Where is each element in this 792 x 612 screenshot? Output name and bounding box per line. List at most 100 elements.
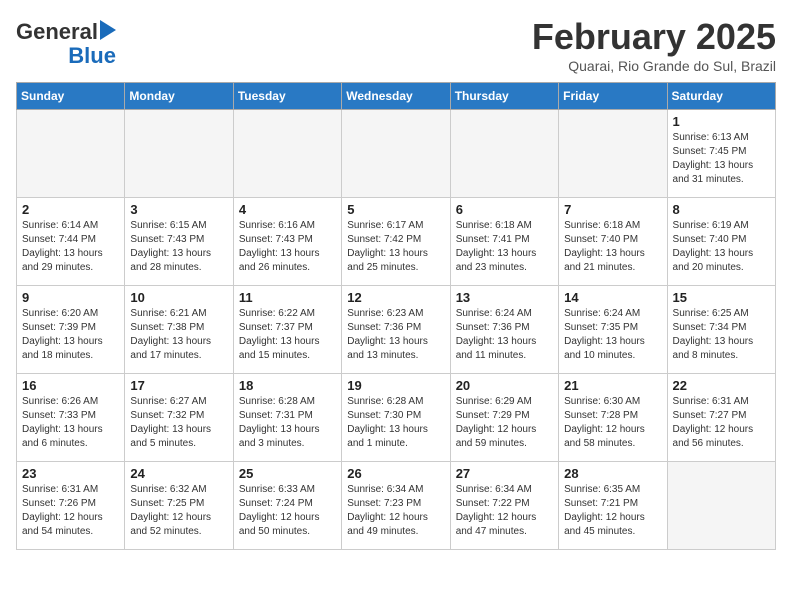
day-info: Sunrise: 6:23 AMSunset: 7:36 PMDaylight:… bbox=[347, 307, 444, 363]
day-number: 10 bbox=[130, 290, 227, 305]
day-number: 27 bbox=[456, 466, 553, 481]
calendar-cell: 9 Sunrise: 6:20 AMSunset: 7:39 PMDaylight… bbox=[17, 286, 125, 374]
calendar-cell bbox=[233, 110, 341, 198]
weekday-header-monday: Monday bbox=[125, 83, 233, 110]
day-number: 2 bbox=[22, 202, 119, 217]
calendar-cell: 21Sunrise: 6:30 AMSunset: 7:28 PMDayligh… bbox=[559, 374, 667, 462]
calendar-cell bbox=[559, 110, 667, 198]
calendar-cell: 12 Sunrise: 6:23 AMSunset: 7:36 PMDayligh… bbox=[342, 286, 450, 374]
day-info: Sunrise: 6:28 AMSunset: 7:31 PMDaylight:… bbox=[239, 395, 336, 451]
calendar-body: 1 Sunrise: 6:13 AMSunset: 7:45 PMDaylight… bbox=[17, 110, 776, 550]
day-number: 5 bbox=[347, 202, 444, 217]
day-info: Sunrise: 6:14 AMSunset: 7:44 PMDaylight:… bbox=[22, 219, 119, 275]
calendar-cell bbox=[667, 462, 775, 550]
day-info: Sunrise: 6:13 AMSunset: 7:45 PMDaylight:… bbox=[673, 131, 770, 187]
day-number: 19 bbox=[347, 378, 444, 393]
calendar-cell: 6 Sunrise: 6:18 AMSunset: 7:41 PMDaylight… bbox=[450, 198, 558, 286]
day-number: 17 bbox=[130, 378, 227, 393]
day-number: 18 bbox=[239, 378, 336, 393]
calendar-cell: 20 Sunrise: 6:29 AMSunset: 7:29 PMDayligh… bbox=[450, 374, 558, 462]
calendar-week-4: 16Sunrise: 6:26 AMSunset: 7:33 PMDayligh… bbox=[17, 374, 776, 462]
day-info: Sunrise: 6:34 AMSunset: 7:22 PMDaylight:… bbox=[456, 483, 553, 539]
calendar-cell bbox=[342, 110, 450, 198]
day-number: 20 bbox=[456, 378, 553, 393]
weekday-header-tuesday: Tuesday bbox=[233, 83, 341, 110]
weekday-header-thursday: Thursday bbox=[450, 83, 558, 110]
day-number: 24 bbox=[130, 466, 227, 481]
day-info: Sunrise: 6:25 AMSunset: 7:34 PMDaylight:… bbox=[673, 307, 770, 363]
header: General Blue February 2025 Quarai, Rio G… bbox=[16, 16, 776, 74]
day-info: Sunrise: 6:31 AMSunset: 7:26 PMDaylight:… bbox=[22, 483, 119, 539]
day-info: Sunrise: 6:26 AMSunset: 7:33 PMDaylight:… bbox=[22, 395, 119, 451]
weekday-row: SundayMondayTuesdayWednesdayThursdayFrid… bbox=[17, 83, 776, 110]
day-info: Sunrise: 6:24 AMSunset: 7:36 PMDaylight:… bbox=[456, 307, 553, 363]
weekday-header-saturday: Saturday bbox=[667, 83, 775, 110]
calendar-week-5: 23 Sunrise: 6:31 AMSunset: 7:26 PMDayligh… bbox=[17, 462, 776, 550]
day-number: 14 bbox=[564, 290, 661, 305]
calendar-cell: 25 Sunrise: 6:33 AMSunset: 7:24 PMDayligh… bbox=[233, 462, 341, 550]
day-info: Sunrise: 6:35 AMSunset: 7:21 PMDaylight:… bbox=[564, 483, 661, 539]
day-number: 6 bbox=[456, 202, 553, 217]
calendar-cell: 13 Sunrise: 6:24 AMSunset: 7:36 PMDayligh… bbox=[450, 286, 558, 374]
title-area: February 2025 Quarai, Rio Grande do Sul,… bbox=[532, 16, 776, 74]
day-number: 8 bbox=[673, 202, 770, 217]
day-number: 4 bbox=[239, 202, 336, 217]
day-info: Sunrise: 6:24 AMSunset: 7:35 PMDaylight:… bbox=[564, 307, 661, 363]
weekday-header-sunday: Sunday bbox=[17, 83, 125, 110]
calendar-header: SundayMondayTuesdayWednesdayThursdayFrid… bbox=[17, 83, 776, 110]
logo-text-blue: Blue bbox=[68, 44, 116, 68]
day-number: 25 bbox=[239, 466, 336, 481]
calendar-cell: 10 Sunrise: 6:21 AMSunset: 7:38 PMDayligh… bbox=[125, 286, 233, 374]
calendar-table: SundayMondayTuesdayWednesdayThursdayFrid… bbox=[16, 82, 776, 550]
day-info: Sunrise: 6:32 AMSunset: 7:25 PMDaylight:… bbox=[130, 483, 227, 539]
calendar-week-1: 1 Sunrise: 6:13 AMSunset: 7:45 PMDaylight… bbox=[17, 110, 776, 198]
day-info: Sunrise: 6:34 AMSunset: 7:23 PMDaylight:… bbox=[347, 483, 444, 539]
day-number: 13 bbox=[456, 290, 553, 305]
calendar-cell: 22 Sunrise: 6:31 AMSunset: 7:27 PMDayligh… bbox=[667, 374, 775, 462]
calendar-cell: 14 Sunrise: 6:24 AMSunset: 7:35 PMDayligh… bbox=[559, 286, 667, 374]
logo-arrow-icon bbox=[100, 20, 116, 40]
day-number: 23 bbox=[22, 466, 119, 481]
logo-text-general: General bbox=[16, 20, 98, 44]
day-number: 28 bbox=[564, 466, 661, 481]
logo: General Blue bbox=[16, 20, 116, 68]
calendar-cell: 23 Sunrise: 6:31 AMSunset: 7:26 PMDayligh… bbox=[17, 462, 125, 550]
day-info: Sunrise: 6:19 AMSunset: 7:40 PMDaylight:… bbox=[673, 219, 770, 275]
day-number: 22 bbox=[673, 378, 770, 393]
calendar-cell: 11 Sunrise: 6:22 AMSunset: 7:37 PMDayligh… bbox=[233, 286, 341, 374]
calendar-cell: 15 Sunrise: 6:25 AMSunset: 7:34 PMDayligh… bbox=[667, 286, 775, 374]
day-number: 15 bbox=[673, 290, 770, 305]
day-number: 12 bbox=[347, 290, 444, 305]
calendar-cell: 28 Sunrise: 6:35 AMSunset: 7:21 PMDayligh… bbox=[559, 462, 667, 550]
calendar-cell: 4 Sunrise: 6:16 AMSunset: 7:43 PMDaylight… bbox=[233, 198, 341, 286]
day-number: 11 bbox=[239, 290, 336, 305]
day-number: 9 bbox=[22, 290, 119, 305]
calendar-cell: 18 Sunrise: 6:28 AMSunset: 7:31 PMDayligh… bbox=[233, 374, 341, 462]
calendar-cell bbox=[125, 110, 233, 198]
calendar-cell: 27 Sunrise: 6:34 AMSunset: 7:22 PMDayligh… bbox=[450, 462, 558, 550]
calendar-cell: 24 Sunrise: 6:32 AMSunset: 7:25 PMDayligh… bbox=[125, 462, 233, 550]
day-number: 3 bbox=[130, 202, 227, 217]
day-info: Sunrise: 6:31 AMSunset: 7:27 PMDaylight:… bbox=[673, 395, 770, 451]
calendar-week-3: 9 Sunrise: 6:20 AMSunset: 7:39 PMDaylight… bbox=[17, 286, 776, 374]
calendar-cell: 19Sunrise: 6:28 AMSunset: 7:30 PMDayligh… bbox=[342, 374, 450, 462]
day-number: 1 bbox=[673, 114, 770, 129]
day-number: 21 bbox=[564, 378, 661, 393]
day-info: Sunrise: 6:16 AMSunset: 7:43 PMDaylight:… bbox=[239, 219, 336, 275]
day-info: Sunrise: 6:17 AMSunset: 7:42 PMDaylight:… bbox=[347, 219, 444, 275]
day-info: Sunrise: 6:33 AMSunset: 7:24 PMDaylight:… bbox=[239, 483, 336, 539]
day-number: 7 bbox=[564, 202, 661, 217]
day-info: Sunrise: 6:20 AMSunset: 7:39 PMDaylight:… bbox=[22, 307, 119, 363]
calendar-cell: 5 Sunrise: 6:17 AMSunset: 7:42 PMDaylight… bbox=[342, 198, 450, 286]
calendar-cell: 26Sunrise: 6:34 AMSunset: 7:23 PMDayligh… bbox=[342, 462, 450, 550]
calendar-cell bbox=[450, 110, 558, 198]
day-info: Sunrise: 6:29 AMSunset: 7:29 PMDaylight:… bbox=[456, 395, 553, 451]
day-info: Sunrise: 6:21 AMSunset: 7:38 PMDaylight:… bbox=[130, 307, 227, 363]
day-info: Sunrise: 6:18 AMSunset: 7:41 PMDaylight:… bbox=[456, 219, 553, 275]
day-info: Sunrise: 6:27 AMSunset: 7:32 PMDaylight:… bbox=[130, 395, 227, 451]
calendar-title: February 2025 bbox=[532, 16, 776, 58]
day-info: Sunrise: 6:22 AMSunset: 7:37 PMDaylight:… bbox=[239, 307, 336, 363]
weekday-header-friday: Friday bbox=[559, 83, 667, 110]
calendar-cell: 1 Sunrise: 6:13 AMSunset: 7:45 PMDaylight… bbox=[667, 110, 775, 198]
calendar-week-2: 2 Sunrise: 6:14 AMSunset: 7:44 PMDaylight… bbox=[17, 198, 776, 286]
